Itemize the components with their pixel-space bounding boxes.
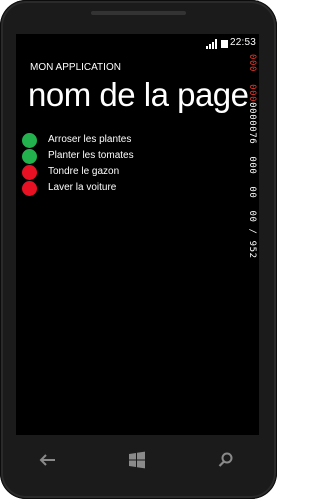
battery-icon bbox=[221, 40, 228, 48]
counter-white-part: 0000076 000 00 00 / 952 bbox=[247, 102, 257, 259]
task-item[interactable]: Arroser les plantes bbox=[22, 133, 222, 148]
earpiece bbox=[91, 11, 186, 15]
task-label: Tondre le gazon bbox=[48, 166, 120, 177]
clock: 22:53 bbox=[230, 37, 257, 48]
task-item[interactable]: Tondre le gazon bbox=[22, 165, 222, 180]
task-item[interactable]: Planter les tomates bbox=[22, 149, 222, 164]
page-title: nom de la page bbox=[28, 76, 249, 113]
app-title: MON APPLICATION bbox=[30, 62, 121, 73]
status-dot-green bbox=[22, 133, 37, 148]
status-dot-red bbox=[22, 181, 37, 196]
status-dot-red bbox=[22, 165, 37, 180]
status-bar: 22:53 bbox=[16, 34, 259, 54]
counter-red-part: 000 000 bbox=[247, 54, 257, 103]
status-dot-green bbox=[22, 149, 37, 164]
task-label: Arroser les plantes bbox=[48, 134, 132, 145]
screen: 22:53 MON APPLICATION nom de la page Arr… bbox=[16, 34, 259, 435]
frame-rate-counter-text: 000 0000000076 000 00 00 / 952 bbox=[247, 54, 257, 259]
phone-frame: 22:53 MON APPLICATION nom de la page Arr… bbox=[0, 0, 277, 499]
back-arrow-icon[interactable] bbox=[37, 450, 59, 470]
task-list: Arroser les plantes Planter les tomates … bbox=[22, 133, 222, 197]
signal-icon bbox=[206, 39, 220, 49]
search-icon[interactable] bbox=[215, 450, 237, 470]
task-label: Planter les tomates bbox=[48, 150, 134, 161]
task-label: Laver la voiture bbox=[48, 182, 117, 193]
frame-rate-counter: 000 0000000076 000 00 00 / 952 bbox=[245, 54, 259, 294]
task-item[interactable]: Laver la voiture bbox=[22, 181, 222, 196]
hardware-nav-bar bbox=[16, 442, 259, 478]
windows-start-icon[interactable] bbox=[126, 450, 148, 470]
